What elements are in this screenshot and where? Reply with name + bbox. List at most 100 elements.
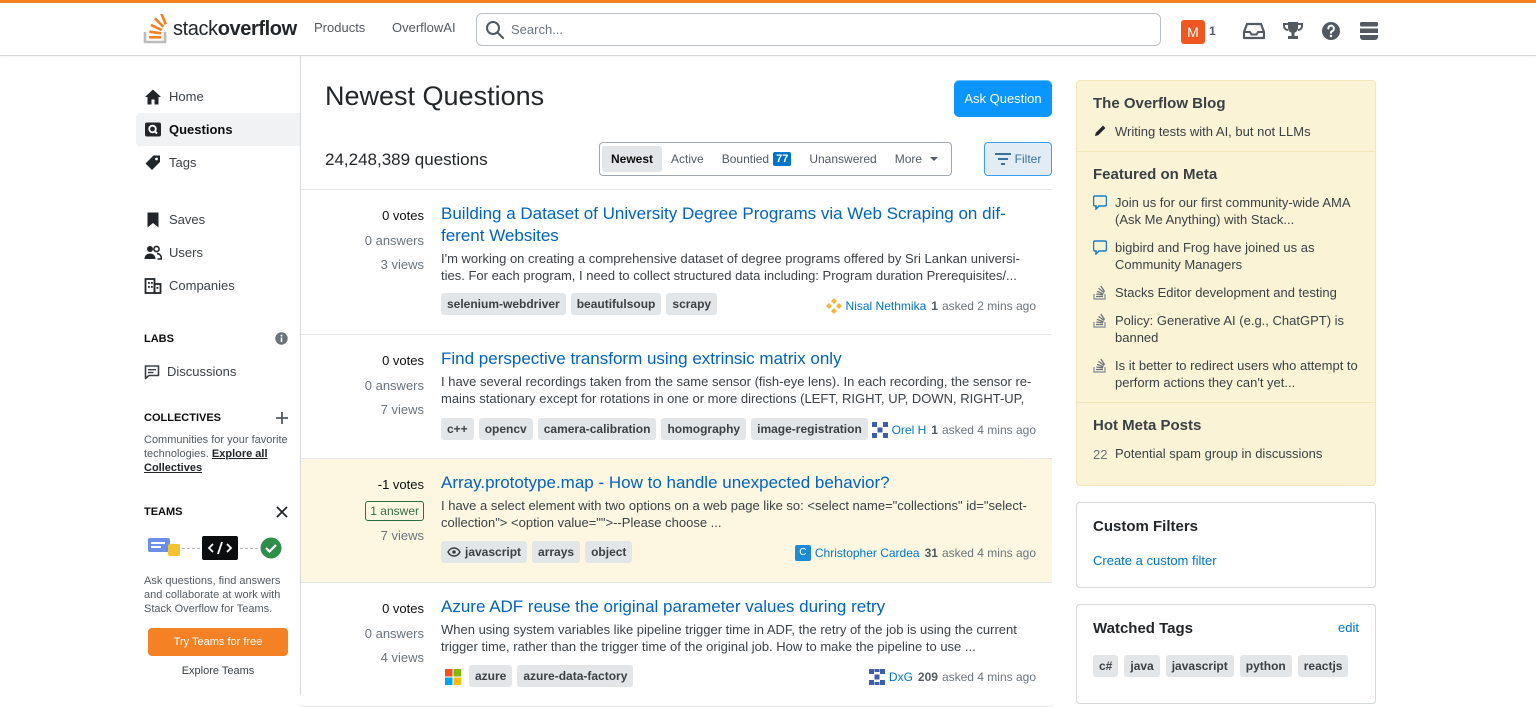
building-icon bbox=[144, 277, 162, 294]
tag-icon bbox=[145, 155, 160, 170]
tab-active[interactable]: Active bbox=[662, 146, 713, 172]
search-box[interactable] bbox=[476, 13, 1161, 46]
explore-teams-link[interactable]: Explore Teams bbox=[136, 665, 300, 677]
stack-icon bbox=[1093, 358, 1106, 373]
tag-link[interactable]: homography bbox=[661, 418, 747, 440]
meta-item[interactable]: Is it better to redirect users who attem… bbox=[1077, 357, 1375, 402]
user-name-link[interactable]: DxG bbox=[889, 670, 913, 684]
try-teams-button[interactable]: Try Teams for free bbox=[148, 628, 288, 656]
question-body: Azure ADF reuse the original parameter v… bbox=[441, 596, 1036, 655]
watched-tag[interactable]: python bbox=[1239, 655, 1292, 677]
sidebar-item-saves[interactable]: Saves bbox=[136, 203, 300, 236]
plus-icon[interactable] bbox=[276, 412, 288, 424]
watched-tag[interactable]: reactjs bbox=[1297, 655, 1349, 677]
meta-item[interactable]: bigbird and Frog have joined us as Commu… bbox=[1077, 239, 1375, 284]
tag-link[interactable]: scrapy bbox=[666, 293, 718, 315]
search-input[interactable] bbox=[511, 22, 1111, 37]
sidebar-item-questions[interactable]: Questions bbox=[136, 113, 300, 146]
tag-list: c++ opencv camera-calibration homography… bbox=[441, 418, 873, 440]
user-avatar[interactable]: C bbox=[794, 545, 811, 561]
sidebar-item-label: Companies bbox=[169, 278, 235, 293]
question-title-link[interactable]: Building a Dataset of University Degree … bbox=[441, 203, 1036, 247]
tab-newest[interactable]: Newest bbox=[602, 146, 663, 172]
collectives-heading-text: COLLECTIVES bbox=[144, 412, 222, 424]
sort-tabs: Newest Active Bountied 77 Unanswered More bbox=[599, 142, 953, 176]
logo-text-bold: overflow bbox=[217, 17, 297, 40]
user-name-link[interactable]: Nisal Nethmika bbox=[846, 299, 927, 313]
sidebar-item-users[interactable]: Users bbox=[136, 236, 300, 269]
overflowai-link[interactable]: OverflowAI bbox=[392, 20, 456, 35]
question-excerpt: I have several recordings taken from the… bbox=[441, 374, 1032, 423]
question-body: Find perspective transform using extrins… bbox=[441, 348, 1036, 424]
edit-watched-tags-link[interactable]: edit bbox=[1338, 620, 1359, 637]
inbox-icon[interactable] bbox=[1243, 21, 1265, 41]
tag-link[interactable]: arrays bbox=[532, 541, 581, 563]
sidebar-item-discussions[interactable]: Discussions bbox=[136, 355, 300, 388]
user-name-link[interactable]: Orel H bbox=[892, 423, 927, 437]
asked-time: asked 2 mins ago bbox=[941, 299, 1036, 313]
sidebar-item-companies[interactable]: Companies bbox=[136, 269, 300, 302]
sidebar-item-tags[interactable]: Tags bbox=[136, 146, 300, 179]
custom-filters-heading: Custom Filters bbox=[1093, 518, 1199, 535]
discussions-icon bbox=[144, 364, 160, 379]
tag-list: azure azure-data-factory bbox=[441, 665, 638, 687]
tab-unanswered[interactable]: Unanswered bbox=[800, 146, 885, 172]
watched-tag[interactable]: java bbox=[1124, 655, 1160, 677]
sidebar-item-label: Discussions bbox=[167, 364, 237, 379]
hot-meta-count: 22 bbox=[1093, 447, 1108, 462]
stackoverflow-logo[interactable]: stackoverflow bbox=[143, 11, 297, 47]
hot-meta-item[interactable]: 22 Potential spam group in discussions bbox=[1077, 445, 1375, 474]
tag-link[interactable]: image-registration bbox=[751, 418, 868, 440]
sidebar-item-label: Tags bbox=[169, 155, 197, 170]
question-title-link[interactable]: Azure ADF reuse the original parameter v… bbox=[441, 596, 1036, 618]
create-custom-filter-link[interactable]: Create a custom filter bbox=[1077, 535, 1375, 568]
meta-item[interactable]: Join us for our first community-wide AMA… bbox=[1077, 194, 1375, 239]
teams-illustration bbox=[136, 518, 300, 564]
tab-bountied[interactable]: Bountied 77 bbox=[713, 146, 801, 172]
watched-tag[interactable]: c# bbox=[1093, 655, 1119, 677]
ask-question-button[interactable]: Ask Question bbox=[954, 80, 1052, 117]
tag-link[interactable]: beautifulsoup bbox=[570, 293, 662, 315]
question-list: 0 votes 0 answers 3 views Building a Dat… bbox=[301, 189, 1052, 707]
vote-count: -1 votes bbox=[377, 477, 424, 492]
meta-item[interactable]: Stacks Editor development and testing bbox=[1077, 284, 1375, 312]
watched-tag[interactable]: javascript bbox=[1165, 655, 1234, 677]
tab-more[interactable]: More bbox=[886, 146, 949, 172]
eye-icon bbox=[447, 547, 461, 557]
teams-heading: TEAMS bbox=[136, 506, 300, 518]
user-name-link[interactable]: Christopher Cardea bbox=[815, 546, 920, 560]
vote-count: 0 votes bbox=[382, 601, 424, 616]
question-title-link[interactable]: Array.prototype.map - How to handle unex… bbox=[441, 472, 1036, 494]
help-icon[interactable] bbox=[1321, 21, 1341, 41]
tag-link[interactable]: azure-data-factory bbox=[517, 665, 634, 687]
view-count: 3 views bbox=[380, 257, 424, 272]
questions-icon bbox=[145, 122, 161, 136]
meta-item[interactable]: Policy: Generative AI (e.g., ChatGPT) is… bbox=[1077, 312, 1375, 357]
user-avatar-icon[interactable] bbox=[825, 298, 842, 314]
blog-item[interactable]: Writing tests with AI, but not LLMs bbox=[1077, 123, 1375, 151]
tag-link[interactable]: c++ bbox=[441, 418, 474, 440]
teams-heading-text: TEAMS bbox=[144, 506, 183, 518]
tag-link[interactable]: javascript bbox=[441, 541, 528, 563]
achievements-icon[interactable] bbox=[1282, 21, 1304, 41]
user-avatar-icon[interactable] bbox=[868, 669, 885, 685]
user-card: Orel H 1 asked 4 mins ago bbox=[871, 422, 1036, 438]
products-link[interactable]: Products bbox=[314, 20, 365, 35]
sidebar-item-home[interactable]: Home bbox=[136, 80, 300, 113]
info-icon[interactable] bbox=[275, 332, 288, 345]
bookmark-icon bbox=[147, 212, 159, 227]
tag-link[interactable]: azure bbox=[469, 665, 513, 687]
meta-item-text: Join us for our first community-wide AMA… bbox=[1115, 195, 1350, 227]
hot-meta-text: Potential spam group in discussions bbox=[1115, 446, 1323, 461]
pencil-icon bbox=[1095, 125, 1106, 136]
user-avatar-icon[interactable] bbox=[871, 422, 888, 438]
tag-link[interactable]: camera-calibration bbox=[537, 418, 657, 440]
user-avatar[interactable]: M bbox=[1181, 20, 1205, 44]
tag-link[interactable]: opencv bbox=[478, 418, 533, 440]
site-switcher-icon[interactable] bbox=[1360, 21, 1378, 41]
question-title-link[interactable]: Find perspective transform using extrins… bbox=[441, 348, 1036, 370]
tag-link[interactable]: selenium-webdriver bbox=[441, 293, 566, 315]
filter-button[interactable]: Filter bbox=[984, 142, 1052, 176]
close-icon[interactable] bbox=[276, 506, 288, 518]
tag-link[interactable]: object bbox=[585, 541, 633, 563]
